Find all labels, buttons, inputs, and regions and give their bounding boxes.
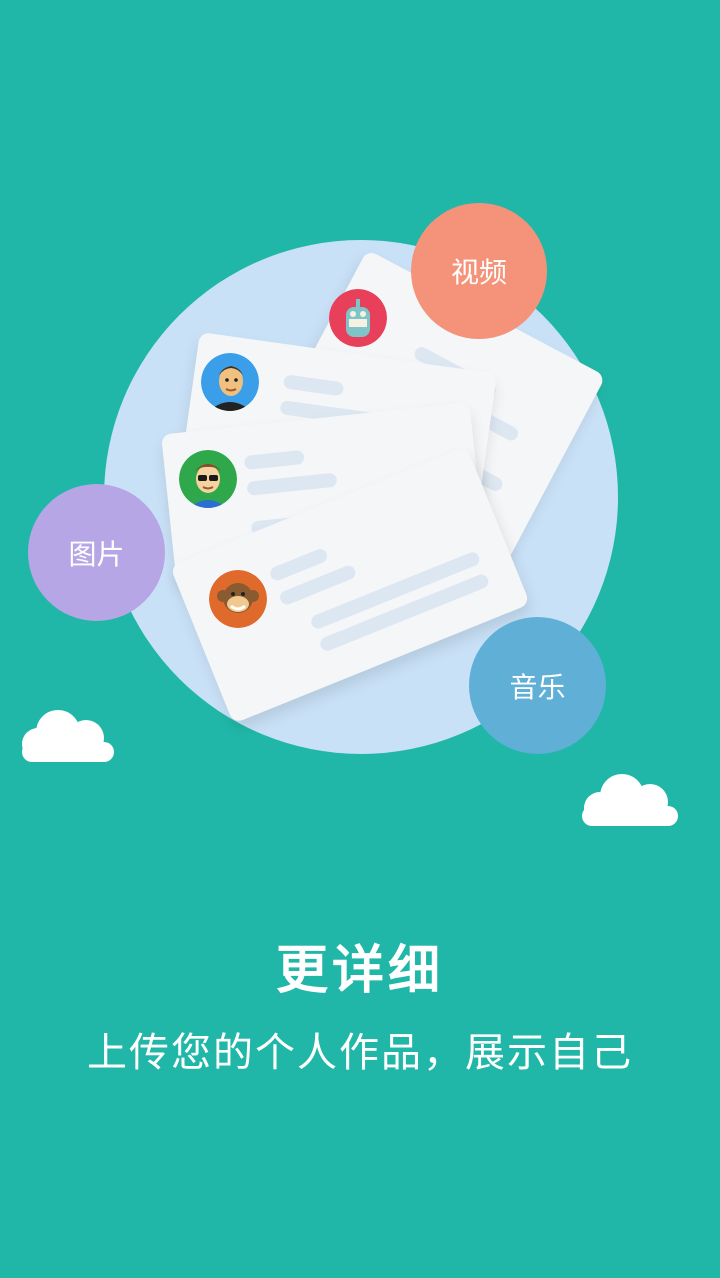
image-bubble-label: 图片 [68,537,125,571]
music-bubble-label: 音乐 [509,670,566,704]
music-bubble: 音乐 [469,617,606,754]
sunglasses-avatar-icon [179,450,237,508]
cloud-icon [582,774,678,826]
page-subtitle: 上传您的个人作品，展示自己 [87,1030,633,1076]
robot-avatar-icon [329,289,387,347]
onboarding-screen: 视频 图片 音乐 更详细 上传您的个人作品，展示自己 [0,0,720,1278]
video-bubble: 视频 [411,203,547,339]
man-avatar-icon [201,353,259,411]
image-bubble: 图片 [28,484,165,621]
video-bubble-label: 视频 [450,256,507,289]
page-title: 更详细 [275,941,444,1001]
cloud-icon [22,710,114,762]
monkey-avatar-icon [209,570,267,628]
